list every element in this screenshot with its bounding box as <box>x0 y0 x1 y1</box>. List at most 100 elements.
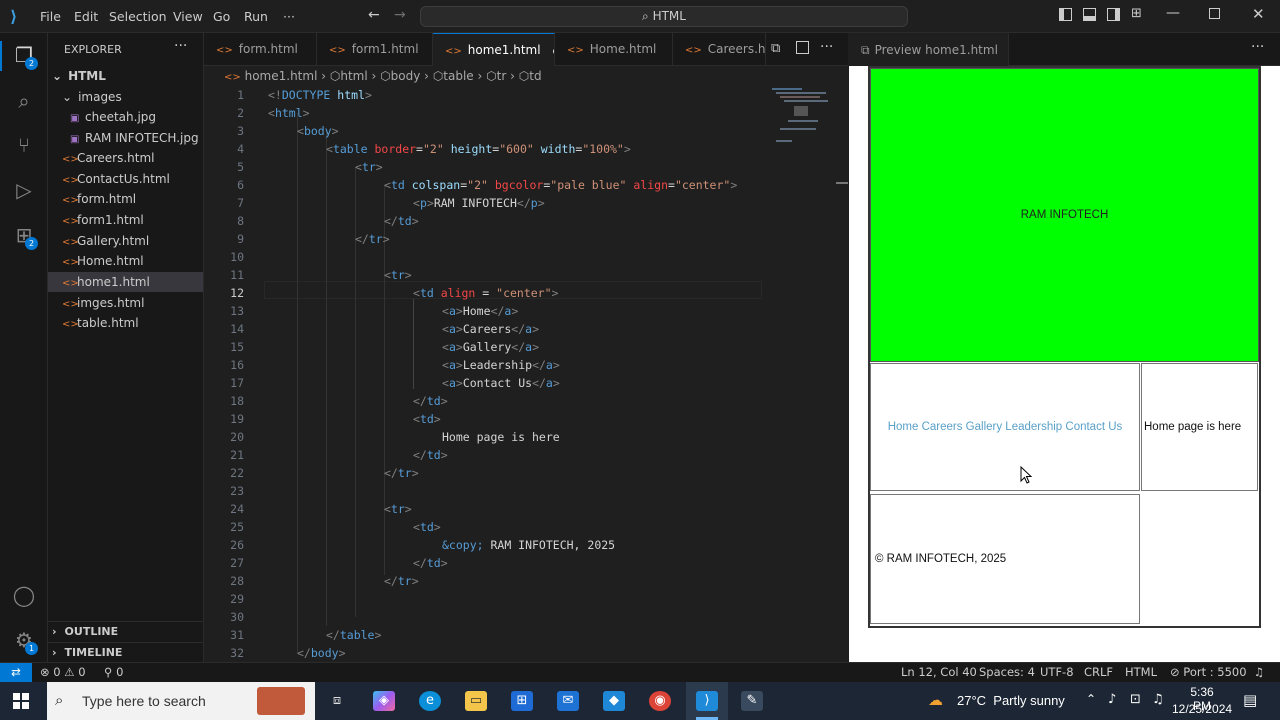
edge-browser-icon[interactable]: e <box>419 691 441 711</box>
breadcrumb-item[interactable]: html <box>340 69 367 83</box>
file-cheetah-jpg[interactable]: ▣ cheetah.jpg <box>48 107 203 127</box>
breadcrumb-item[interactable]: home1.html <box>245 69 318 83</box>
clock-date[interactable]: 12/25/2024 <box>1172 702 1232 716</box>
vscode-taskbar-active[interactable]: ⟩ <box>686 682 728 720</box>
folder-root[interactable]: ⌄ HTML <box>48 66 203 86</box>
file-label: Careers.html <box>77 151 155 165</box>
file-explorer-icon[interactable]: ▭ <box>465 691 487 711</box>
cursor-position[interactable]: Ln 12, Col 40 <box>901 663 977 682</box>
outline-section[interactable]: › OUTLINE <box>48 621 203 641</box>
file-home-html[interactable]: <>Home.html <box>48 251 203 271</box>
file-imges-html[interactable]: <>imges.html <box>48 293 203 313</box>
customize-layout-icon[interactable]: ⊞ <box>1131 6 1142 21</box>
microphone-icon[interactable]: ♪ <box>1108 692 1116 707</box>
toggle-secondary-sidebar-icon[interactable] <box>1107 8 1120 21</box>
restore-icon[interactable] <box>1209 8 1220 19</box>
language-mode[interactable]: HTML <box>1125 663 1157 682</box>
file-careers-html[interactable]: <>Careers.html <box>48 148 203 168</box>
weather-text[interactable]: 27°C Partly sunny <box>957 693 1065 708</box>
code-line: 28 </tr> <box>204 572 774 590</box>
chrome-browser-icon[interactable]: ◉ <box>649 691 671 711</box>
minimize-icon[interactable]: — <box>1166 5 1180 21</box>
microsoft-store-icon[interactable]: ⊞ <box>511 691 533 711</box>
tab-home1-html[interactable]: <>home1.html● <box>433 33 555 66</box>
menu-view[interactable]: View <box>173 9 203 24</box>
line-number: 11 <box>230 268 244 282</box>
search-icon: ⌕ <box>642 9 653 23</box>
toggle-panel-icon[interactable] <box>1083 8 1096 21</box>
menu-run[interactable]: Run <box>244 9 268 24</box>
line-number: 18 <box>230 394 244 408</box>
close-window-icon[interactable]: ✕ <box>1252 5 1265 23</box>
notifications-bell-icon[interactable]: ♫ <box>1254 663 1264 682</box>
chevron-up-icon[interactable]: ⌃ <box>1086 692 1096 706</box>
windows-start-icon[interactable] <box>13 693 29 709</box>
mail-icon[interactable]: ✉ <box>557 691 579 711</box>
editor-more-icon[interactable]: ··· <box>820 39 833 55</box>
breadcrumb-item[interactable]: body <box>391 69 421 83</box>
editor-tab-bar: <>form.html <>form1.html <>home1.html● <… <box>204 33 848 66</box>
file-home1-html[interactable]: <>home1.html <box>48 272 203 292</box>
explorer-more-icon[interactable]: ··· <box>174 38 187 54</box>
code-editor[interactable]: 1 <!DOCTYPE html> 2 <html> 3 <body> 4 <table… <box>204 86 848 662</box>
run-debug-icon[interactable]: ▷ <box>10 176 38 204</box>
toggle-sidebar-icon[interactable] <box>1059 8 1072 21</box>
tab-preview-home1[interactable]: ⧉Preview home1.html✕ <box>849 33 1009 66</box>
footer-text: © RAM INFOTECH, 2025 <box>875 553 1007 565</box>
menu-edit[interactable]: Edit <box>74 9 98 24</box>
taskbar-search-box[interactable]: ⌕ Type here to search <box>47 682 315 720</box>
open-preview-icon[interactable]: ⧉ <box>771 41 780 56</box>
menu-go[interactable]: Go <box>213 9 230 24</box>
app-icon[interactable]: ✎ <box>741 691 763 711</box>
command-search-box[interactable]: ⌕ HTML <box>420 6 908 27</box>
live-server-port[interactable]: ⊘ Port : 5500 <box>1170 663 1247 682</box>
remote-indicator-icon[interactable]: ⇄ <box>0 663 32 682</box>
tab-form1-html[interactable]: <> form1.html <box>317 33 433 66</box>
code-content: Home page is here <box>442 430 560 444</box>
file-label: form.html <box>77 192 137 206</box>
search-highlight-image <box>257 687 305 715</box>
code-line: 25 <td> <box>204 518 774 536</box>
volume-icon[interactable]: ♫ <box>1152 692 1164 707</box>
code-line: 24 <tr> <box>204 500 774 518</box>
breadcrumb-item[interactable]: td <box>529 69 541 83</box>
indentation[interactable]: Spaces: 4 <box>979 663 1035 682</box>
preview-more-icon[interactable]: ··· <box>1251 39 1264 55</box>
source-control-icon[interactable]: ⑂ <box>10 131 38 159</box>
line-ending[interactable]: CRLF <box>1084 663 1113 682</box>
file-table-html[interactable]: <>table.html <box>48 313 203 333</box>
code-line: 29 <box>204 590 774 608</box>
file-contactus-html[interactable]: <>ContactUs.html <box>48 169 203 189</box>
forward-arrow-icon[interactable]: → <box>394 7 406 23</box>
network-icon[interactable]: ⊡ <box>1130 692 1141 707</box>
breadcrumb-item[interactable]: tr <box>497 69 507 83</box>
encoding[interactable]: UTF-8 <box>1040 663 1074 682</box>
file-form-html[interactable]: <>form.html <box>48 189 203 209</box>
file-gallery-html[interactable]: <>Gallery.html <box>48 231 203 251</box>
ports-indicator[interactable]: ⚲ 0 <box>104 663 123 682</box>
search-view-icon[interactable]: ⌕ <box>10 87 38 115</box>
tab-careers-html[interactable]: <> Careers.htm <box>673 33 766 66</box>
tab-form-html[interactable]: <> form.html <box>204 33 317 66</box>
copilot-icon[interactable]: ◈ <box>373 691 395 711</box>
problems-indicator[interactable]: ⊗ 0 ⚠ 0 <box>40 663 86 682</box>
breadcrumb-item[interactable]: table <box>443 69 473 83</box>
menu-more[interactable]: ··· <box>283 9 295 24</box>
error-count: 0 <box>53 665 61 679</box>
account-icon[interactable]: ◯ <box>10 581 38 609</box>
minimap[interactable] <box>770 86 840 156</box>
menu-selection[interactable]: Selection <box>109 9 167 24</box>
code-content: <a>Gallery</a> <box>442 340 540 354</box>
app-icon[interactable]: ◆ <box>603 691 625 711</box>
notification-center-icon[interactable]: ▤ <box>1243 691 1257 709</box>
file-ram-infotech-jpg[interactable]: ▣ RAM INFOTECH.jpg <box>48 128 203 148</box>
back-arrow-icon[interactable]: ← <box>368 7 380 23</box>
menu-file[interactable]: File <box>40 9 61 24</box>
file-form1-html[interactable]: <>form1.html <box>48 210 203 230</box>
nav-links[interactable]: Home Careers Gallery Leadership Contact … <box>888 421 1123 433</box>
task-view-icon[interactable]: ⧈ <box>326 691 348 711</box>
split-editor-icon[interactable] <box>796 41 809 54</box>
timeline-section[interactable]: › TIMELINE <box>48 642 203 662</box>
folder-images[interactable]: ⌄ images <box>48 87 203 107</box>
tab-home-html[interactable]: <> Home.html <box>555 33 673 66</box>
